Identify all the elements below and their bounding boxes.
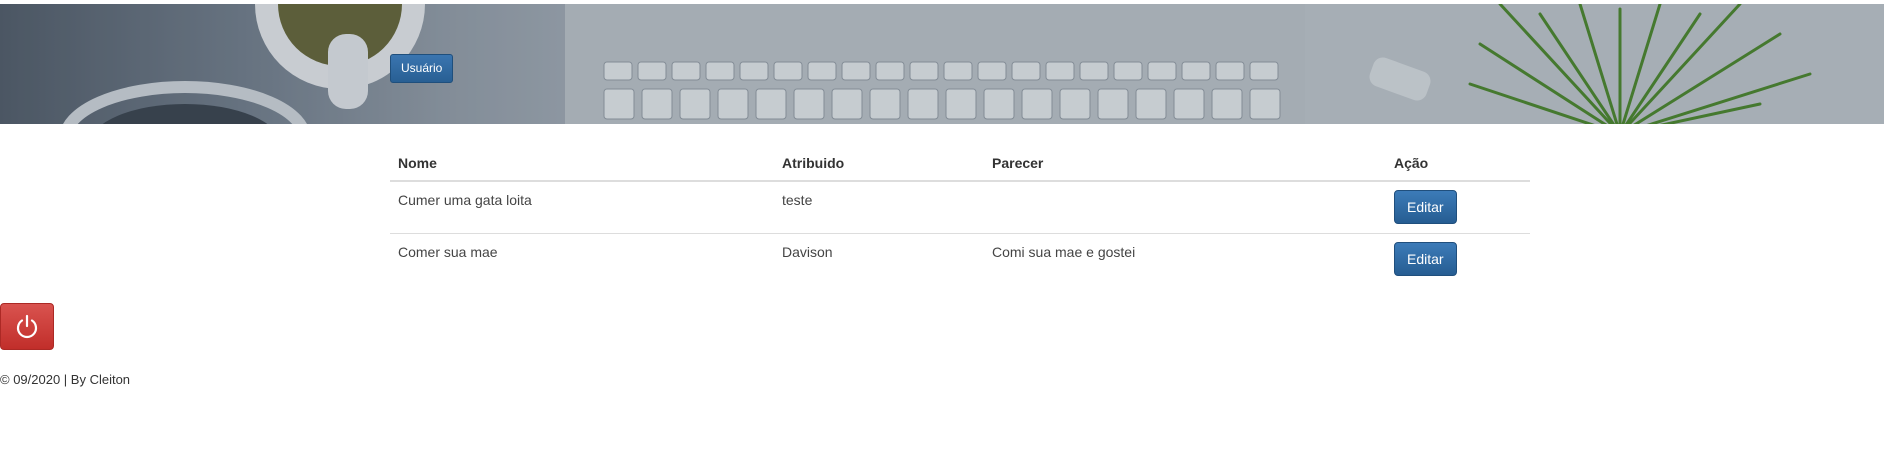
cell-acao: Editar (1386, 234, 1530, 286)
column-header-parecer: Parecer (984, 148, 1386, 182)
cell-acao: Editar (1386, 181, 1530, 234)
desk-background-image (0, 4, 1884, 124)
column-header-acao: Ação (1386, 148, 1530, 182)
logout-button[interactable] (0, 303, 54, 350)
footer-copyright: © 09/2020 | By Cleiton (0, 372, 131, 387)
table-row: Cumer uma gata loita teste Editar (390, 181, 1530, 234)
table-row: Comer sua mae Davison Comi sua mae e gos… (390, 234, 1530, 286)
column-header-atribuido: Atribuido (774, 148, 984, 182)
cell-atribuido: Davison (782, 244, 833, 260)
cell-parecer (984, 181, 1386, 234)
cell-nome: Comer sua mae (398, 244, 498, 260)
tasks-table: Nome Atribuido Parecer Ação Cumer uma ga… (390, 148, 1530, 285)
edit-button[interactable]: Editar (1394, 242, 1457, 276)
edit-button[interactable]: Editar (1394, 190, 1457, 224)
power-icon (16, 314, 38, 338)
user-button[interactable]: Usuário (390, 54, 454, 83)
header-banner: Usuário (0, 4, 1884, 124)
table-header-row: Nome Atribuido Parecer Ação (390, 148, 1530, 182)
cell-nome: Cumer uma gata loita (390, 181, 774, 234)
cell-parecer: Comi sua mae e gostei (992, 244, 1136, 260)
column-header-nome: Nome (390, 148, 774, 182)
cell-atribuido: teste (774, 181, 984, 234)
